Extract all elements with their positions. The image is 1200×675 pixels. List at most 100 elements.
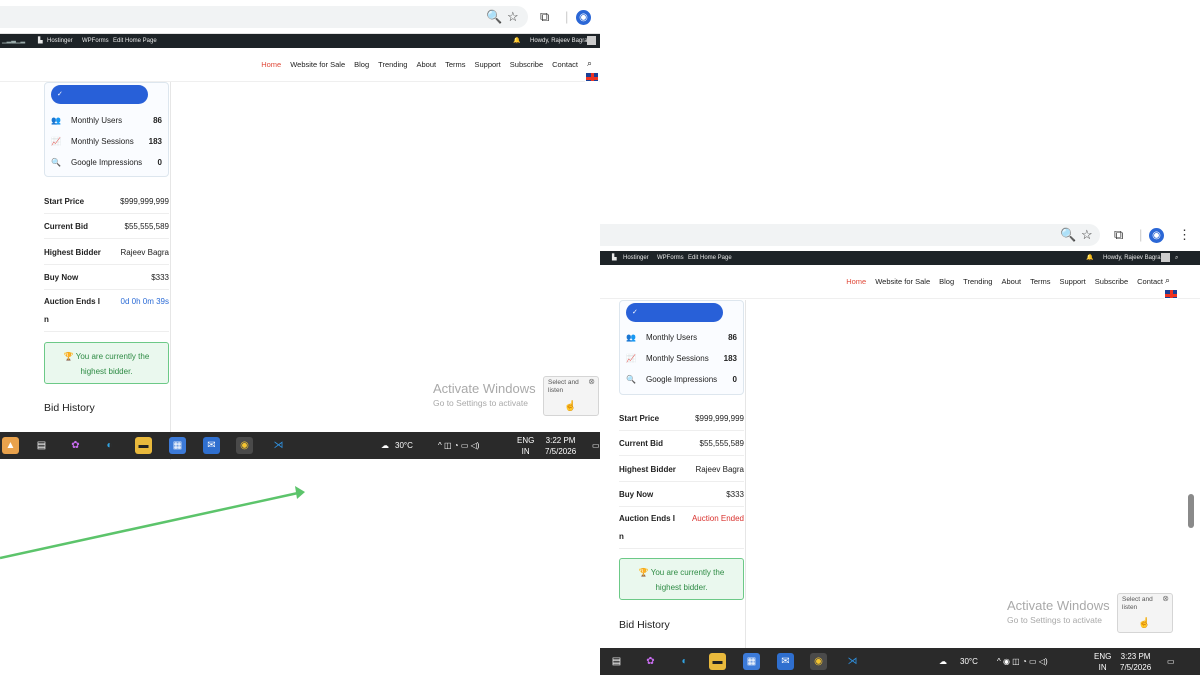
address-bar[interactable] [0,6,528,28]
outlook-icon[interactable]: ✉ [203,437,220,454]
nav-home[interactable]: Home [261,60,281,69]
nav-support[interactable]: Support [1060,277,1086,286]
weather-icon[interactable]: ☁ [939,648,947,675]
task-view-icon[interactable]: ▤ [608,653,625,670]
nav-search-icon[interactable]: ⌕ [587,58,592,69]
search-icon: 🔍 [51,158,61,167]
screenshot-before: 🔍 ☆ ⧉ | ◉ ▁▂▃▁▂ ▙ Hostinger WPForms Edit… [0,0,600,460]
nav-subscribe[interactable]: Subscribe [510,60,543,69]
edge-icon[interactable]: ◐ [676,653,693,670]
copilot-icon[interactable]: ✿ [67,437,84,454]
weather-icon[interactable]: ☁ [381,432,389,459]
file-explorer-icon[interactable]: ▬ [709,653,726,670]
select-and-listen-popup[interactable]: Select and listen ⊗ ☝ [543,376,599,416]
lang-line: ENG [517,436,535,445]
copilot-icon[interactable]: ✿ [642,653,659,670]
user-avatar-icon[interactable] [1161,253,1170,262]
stat-value: 86 [728,333,737,342]
nav-search-icon[interactable]: ⌕ [1165,275,1170,286]
page-scrollbar[interactable] [1188,494,1194,528]
notification-bell-icon[interactable]: 🔔 [513,34,520,48]
system-clock[interactable]: 3:22 PM 7/5/2026 [545,435,576,457]
wp-bar-wpforms[interactable]: WPForms [657,251,684,265]
bookmark-star-icon[interactable]: ☆ [507,8,519,26]
notifications-icon[interactable]: ▭ [1167,648,1175,675]
outlook-icon[interactable]: ✉ [777,653,794,670]
extensions-icon[interactable]: ⧉ [540,8,549,26]
stat-row: 👥 Monthly Users 86 [626,331,737,345]
verified-button[interactable]: ✓ [51,85,148,104]
tray-overflow-icon[interactable]: ^ ◉ ◫ ◔ ▭ ◁) [997,648,1048,675]
user-avatar-icon[interactable] [587,36,596,45]
stat-value: 86 [153,116,162,125]
nav-support[interactable]: Support [475,60,501,69]
nav-trending[interactable]: Trending [378,60,407,69]
weather-temp[interactable]: 30°C [960,648,978,675]
wp-bar-howdy[interactable]: Howdy, Rajeev Bagra [530,34,588,48]
zoom-icon[interactable]: 🔍 [486,8,502,26]
verified-button[interactable]: ✓ [626,303,723,322]
site-navigation: Home Website for Sale Blog Trending Abou… [600,265,1200,299]
input-language[interactable]: ENG IN [517,435,534,457]
profile-avatar-icon[interactable]: ◉ [1149,228,1164,243]
start-widget-icon[interactable]: ▲ [2,437,19,454]
nav-home[interactable]: Home [846,277,866,286]
notifications-icon[interactable]: ▭ [592,432,600,459]
bookmark-star-icon[interactable]: ☆ [1081,226,1093,244]
extensions-icon[interactable]: ⧉ [1114,226,1123,244]
close-icon[interactable]: ⊗ [588,378,595,386]
nav-terms[interactable]: Terms [445,60,465,69]
lang-line: IN [521,447,530,456]
chrome-icon[interactable]: ◉ [236,437,253,454]
wp-bar-edit-page[interactable]: Edit Home Page [688,251,732,265]
info-value: $999,999,999 [695,414,744,423]
toolbar-divider: | [1139,227,1143,242]
chrome-icon[interactable]: ◉ [810,653,827,670]
profile-avatar-icon[interactable]: ◉ [576,10,591,25]
nav-terms[interactable]: Terms [1030,277,1050,286]
wp-bar-wpforms[interactable]: WPForms [82,34,109,48]
uk-flag-icon[interactable] [585,72,599,82]
store-icon[interactable]: ▦ [743,653,760,670]
notification-bell-icon[interactable]: 🔔 [1086,251,1093,265]
uk-flag-icon[interactable] [1164,289,1178,299]
weather-temp[interactable]: 30°C [395,432,413,459]
file-explorer-icon[interactable]: ▬ [135,437,152,454]
browser-menu-icon[interactable]: ⋮ [1178,226,1191,244]
store-icon[interactable]: ▦ [169,437,186,454]
nav-contact[interactable]: Contact [552,60,578,69]
address-bar[interactable] [600,224,1100,246]
select-and-listen-popup[interactable]: Select and listen ⊗ ☝ [1117,593,1173,633]
wp-admin-bar: ▙ Hostinger WPForms Edit Home Page 🔔 How… [600,251,1200,265]
wp-search-icon[interactable]: ⌕ [1175,251,1178,265]
wp-bar-hostinger[interactable]: Hostinger [47,34,73,48]
nav-trending[interactable]: Trending [963,277,992,286]
nav-subscribe[interactable]: Subscribe [1095,277,1128,286]
system-clock[interactable]: 3:23 PM 7/5/2026 [1120,651,1151,673]
browser-toolbar: 🔍 ☆ ⧉ | ◉ ⋮ [600,218,1200,252]
nav-about[interactable]: About [416,60,436,69]
nav-contact[interactable]: Contact [1137,277,1163,286]
edge-icon[interactable]: ◐ [101,437,118,454]
nav-website-for-sale[interactable]: Website for Sale [290,60,345,69]
info-value: Rajeev Bagra [120,248,169,257]
task-view-icon[interactable]: ▤ [33,437,50,454]
wp-bar-edit-page[interactable]: Edit Home Page [113,34,157,48]
wp-bar-howdy[interactable]: Howdy, Rajeev Bagra [1103,251,1161,265]
input-language[interactable]: ENG IN [1094,651,1111,673]
zoom-icon[interactable]: 🔍 [1060,226,1076,244]
nav-blog[interactable]: Blog [354,60,369,69]
tray-overflow-icon[interactable]: ^ ◫ ◔ ▭ ◁) [438,432,479,459]
vscode-icon[interactable]: ⋊ [270,437,287,454]
clock-time: 3:23 PM [1120,652,1151,661]
stat-label: Google Impressions [646,375,718,384]
close-icon[interactable]: ⊗ [1162,595,1169,603]
nav-website-for-sale[interactable]: Website for Sale [875,277,930,286]
vscode-icon[interactable]: ⋊ [844,653,861,670]
nav-about[interactable]: About [1001,277,1021,286]
info-key: Start Price [44,197,85,206]
nav-blog[interactable]: Blog [939,277,954,286]
stat-value: 183 [148,137,162,146]
wp-bar-hostinger[interactable]: Hostinger [623,251,649,265]
windows-taskbar: ▲ ▤ ✿ ◐ ▬ ▦ ✉ ◉ ⋊ ☁ 30°C ^ ◫ ◔ ▭ ◁) ENG … [0,432,600,459]
